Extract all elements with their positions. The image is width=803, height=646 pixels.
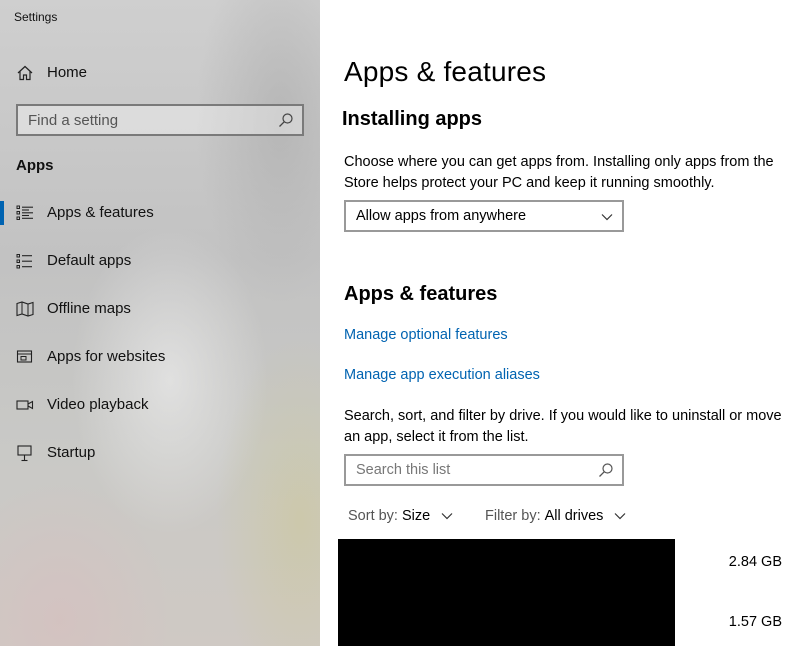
home-icon	[17, 65, 33, 81]
sort-by-value: Size	[401, 508, 431, 524]
sidebar-item-label: Default apps	[47, 252, 132, 269]
chevron-down-icon	[441, 513, 453, 520]
sidebar-item-label: Apps for websites	[47, 348, 166, 365]
search-icon[interactable]	[278, 112, 294, 128]
installing-apps-heading: Installing apps	[342, 108, 483, 130]
sidebar-item-apps-features[interactable]: Apps & features	[0, 193, 320, 233]
manage-app-execution-aliases-link[interactable]: Manage app execution aliases	[344, 367, 540, 383]
sort-by-dropdown[interactable]: Sort by: Size	[348, 508, 454, 524]
app-size: 2.84 GB	[728, 554, 782, 570]
video-icon	[16, 400, 34, 410]
main-content: Apps & features Installing apps Choose w…	[320, 0, 803, 646]
filter-by-dropdown[interactable]: Filter by: All drives	[485, 508, 627, 524]
install-source-dropdown[interactable]: Allow apps from anywhere	[344, 200, 624, 232]
sidebar-section-heading: Apps	[16, 157, 54, 174]
app-size: 1.57 GB	[728, 614, 782, 630]
sort-by-label: Sort by:	[348, 508, 398, 524]
chevron-down-icon	[614, 513, 626, 520]
filter-by-value: All drives	[544, 508, 604, 524]
sidebar-item-label: Startup	[47, 444, 96, 461]
apps-websites-icon	[16, 350, 33, 363]
search-icon[interactable]	[598, 462, 614, 478]
map-icon	[16, 301, 34, 317]
manage-optional-features-link[interactable]: Manage optional features	[344, 327, 508, 343]
sidebar-item-label: Video playback	[47, 396, 149, 413]
search-list-box[interactable]	[344, 454, 624, 486]
search-list-input[interactable]	[356, 461, 586, 479]
filter-by-label: Filter by:	[485, 508, 541, 524]
sidebar-item-offline-maps[interactable]: Offline maps	[0, 289, 320, 329]
sidebar: Settings Home Apps Apps & features	[0, 0, 320, 646]
sidebar-item-default-apps[interactable]: Default apps	[0, 241, 320, 281]
sidebar-item-startup[interactable]: Startup	[0, 433, 320, 473]
sidebar-item-label: Apps & features	[47, 204, 154, 221]
search-sort-filter-description: Search, sort, and filter by drive. If yo…	[344, 408, 782, 445]
sidebar-item-apps-for-websites[interactable]: Apps for websites	[0, 337, 320, 377]
app-list-redacted	[338, 539, 675, 646]
default-apps-icon	[16, 254, 32, 269]
sidebar-item-video-playback[interactable]: Video playback	[0, 385, 320, 425]
window-title: Settings	[14, 10, 58, 24]
install-source-value: Allow apps from anywhere	[356, 208, 527, 224]
find-setting-input[interactable]	[28, 111, 268, 129]
sidebar-item-label: Offline maps	[47, 300, 131, 317]
startup-icon	[17, 445, 32, 462]
nav-home[interactable]: Home	[0, 56, 320, 90]
nav-home-label: Home	[47, 64, 88, 81]
installing-apps-description: Choose where you can get apps from. Inst…	[344, 154, 774, 191]
page-title: Apps & features	[344, 56, 547, 87]
find-setting-search[interactable]	[16, 104, 304, 136]
apps-features-heading: Apps & features	[344, 283, 498, 305]
apps-features-icon	[16, 205, 33, 220]
chevron-down-icon	[601, 214, 613, 221]
